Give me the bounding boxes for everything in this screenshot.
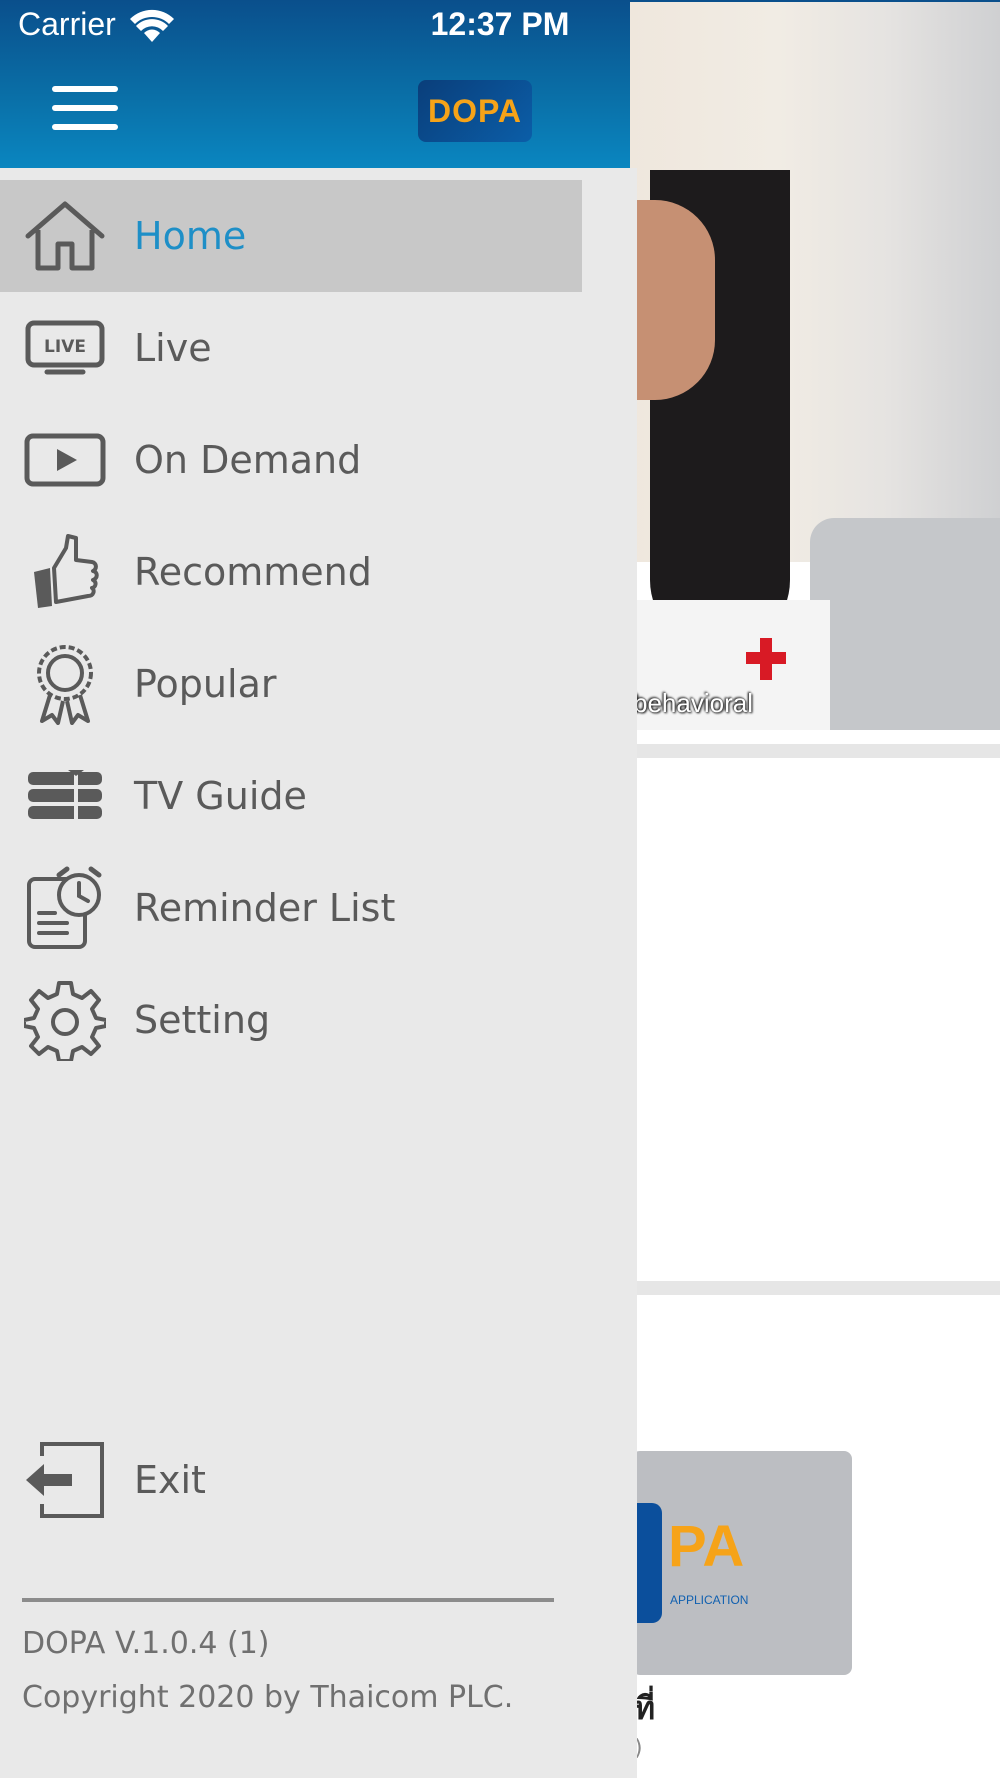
menu-item-label: Recommend [134,550,372,594]
menu-item-label: Setting [134,998,271,1042]
copyright-text: Copyright 2020 by Thaicom PLC. [22,1680,514,1715]
video-sofa [810,518,1000,730]
menu-item-label: On Demand [134,438,362,482]
video-subtitle: behavioral [633,688,753,718]
footer-divider [22,1598,554,1602]
menu-item-label: Reminder List [134,886,396,930]
tv-guide-icon [22,753,108,839]
dopa-logo: DOPA [418,80,532,142]
section-divider [630,1281,1000,1295]
menu-item-recommend[interactable]: Recommend [0,516,582,628]
play-icon [22,417,108,503]
card-app-label: APPLICATION [670,1593,749,1607]
menu-item-label: TV Guide [134,774,307,818]
hamburger-menu-icon[interactable] [52,86,118,136]
menu-item-reminder-list[interactable]: Reminder List [0,852,582,964]
section-divider [630,744,1000,758]
exit-label: Exit [134,1458,206,1502]
svg-text:LIVE: LIVE [44,337,86,357]
menu-item-tv-guide[interactable]: TV Guide [0,740,582,852]
menu-item-label: Live [134,326,212,370]
menu-item-label: Home [134,214,247,258]
menu-item-home[interactable]: Home [0,180,582,292]
award-ribbon-icon [22,641,108,727]
menu-item-live[interactable]: LIVE Live [0,292,582,404]
card-logo-text: PA [668,1514,745,1579]
gear-icon [22,977,108,1063]
video-person-face [630,200,715,400]
card-title: ที่ [634,1689,656,1727]
menu-item-on-demand[interactable]: On Demand [0,404,582,516]
menu-item-label: Popular [134,662,277,706]
live-tv-icon: LIVE [22,305,108,391]
thumbs-up-icon [22,529,108,615]
menu-item-popular[interactable]: Popular [0,628,582,740]
red-cross-mark [746,652,786,664]
home-icon [22,193,108,279]
logo-text: DOPA [427,92,523,129]
menu-item-exit[interactable]: Exit [0,1424,582,1536]
menu-item-setting[interactable]: Setting [0,964,582,1076]
side-drawer: Home LIVE Live On Demand Recommend Popul… [0,168,637,1778]
reminder-clock-icon [22,865,108,951]
app-version: DOPA V.1.0.4 (1) [22,1626,270,1661]
exit-icon [22,1437,108,1523]
